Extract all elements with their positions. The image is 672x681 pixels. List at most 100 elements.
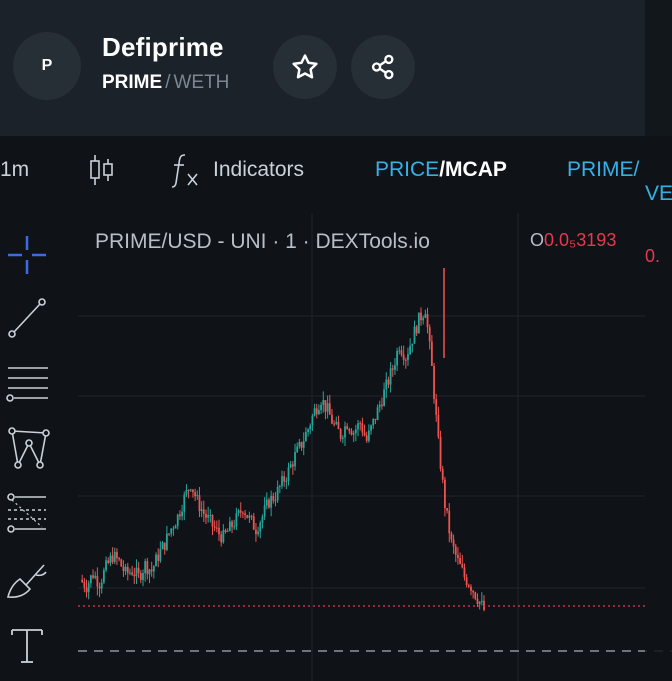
header-side-panel bbox=[645, 0, 672, 136]
candle-body bbox=[252, 516, 255, 530]
candle-body bbox=[213, 526, 216, 528]
candle-body bbox=[124, 566, 127, 572]
pair-toggle-overflow: VET bbox=[645, 182, 672, 205]
candle-body bbox=[242, 512, 244, 514]
candle-body bbox=[137, 567, 140, 574]
drawing-toolbar bbox=[0, 215, 58, 681]
candle-body bbox=[85, 587, 88, 593]
candle-body bbox=[420, 312, 422, 321]
candle-body bbox=[437, 414, 440, 437]
candle-body bbox=[346, 426, 349, 429]
candle-body bbox=[135, 567, 138, 577]
candle-body bbox=[433, 365, 435, 400]
candle-body bbox=[424, 314, 427, 318]
candle-body bbox=[435, 399, 438, 415]
candle-body bbox=[289, 464, 292, 468]
candle-body bbox=[100, 582, 103, 589]
horizontal-lines-icon[interactable] bbox=[2, 358, 52, 408]
indicators-button[interactable] bbox=[170, 152, 202, 188]
candle-body bbox=[417, 312, 420, 334]
candle-body bbox=[215, 527, 218, 529]
candle-body bbox=[328, 403, 331, 415]
candle-body bbox=[476, 598, 479, 605]
candle-body bbox=[331, 414, 333, 424]
candle-body bbox=[263, 505, 266, 517]
chart-type-button[interactable] bbox=[88, 153, 116, 193]
price-mcap-toggle[interactable]: PRICE/MCAP bbox=[375, 158, 507, 182]
candle-body bbox=[237, 510, 240, 514]
candle-body bbox=[246, 515, 249, 518]
candle-body bbox=[139, 573, 142, 580]
fx-icon bbox=[171, 154, 198, 188]
candle-body bbox=[322, 400, 325, 405]
favorite-button[interactable] bbox=[273, 35, 337, 99]
candle-body bbox=[81, 579, 84, 582]
candle-body bbox=[220, 534, 223, 543]
candle-body bbox=[465, 577, 468, 586]
candle-body bbox=[350, 431, 353, 435]
pair-separator: / bbox=[165, 72, 171, 93]
interval-button[interactable]: 1m bbox=[0, 158, 29, 182]
candle-body bbox=[231, 521, 233, 528]
mcap-label[interactable]: MCAP bbox=[445, 158, 507, 181]
candle-body bbox=[448, 510, 451, 534]
candle-body bbox=[113, 551, 116, 562]
trend-line-icon[interactable] bbox=[2, 293, 52, 343]
price-chart[interactable] bbox=[0, 208, 672, 681]
pattern-icon[interactable] bbox=[2, 423, 52, 473]
candle-body bbox=[372, 418, 375, 426]
price-label[interactable]: PRICE bbox=[375, 158, 439, 181]
candle-body bbox=[304, 432, 307, 442]
candle-body bbox=[461, 563, 464, 568]
brush-icon[interactable] bbox=[2, 555, 52, 605]
candle-body bbox=[402, 354, 405, 360]
base-symbol[interactable]: PRIME bbox=[102, 72, 162, 93]
share-button[interactable] bbox=[351, 35, 415, 99]
candle-body bbox=[381, 404, 383, 406]
candle-body bbox=[361, 423, 364, 433]
candle-body bbox=[478, 601, 481, 605]
indicators-label[interactable]: Indicators bbox=[213, 158, 304, 182]
candle-body bbox=[324, 400, 327, 412]
candle-body bbox=[337, 422, 340, 430]
candle-body bbox=[294, 452, 296, 467]
right-price-scale[interactable] bbox=[645, 208, 672, 681]
candle-body bbox=[313, 408, 316, 416]
candle-body bbox=[376, 407, 379, 420]
candle-body bbox=[181, 511, 183, 517]
candle-series bbox=[81, 268, 485, 612]
candle-body bbox=[163, 542, 166, 550]
crosshair-icon[interactable] bbox=[2, 230, 52, 280]
candle-body bbox=[205, 513, 207, 518]
text-icon[interactable] bbox=[2, 620, 52, 670]
candle-body bbox=[446, 508, 448, 511]
candle-body bbox=[374, 418, 377, 420]
candle-body bbox=[398, 350, 401, 352]
fib-icon[interactable] bbox=[2, 487, 52, 537]
candle-body bbox=[320, 404, 322, 411]
candle-body bbox=[315, 408, 318, 415]
candle-body bbox=[259, 522, 262, 532]
chart-canvas[interactable] bbox=[0, 208, 672, 681]
candle-body bbox=[142, 573, 144, 580]
candle-body bbox=[211, 515, 214, 527]
candle-body bbox=[357, 423, 359, 430]
candle-body bbox=[389, 368, 392, 385]
candle-body bbox=[170, 528, 173, 534]
pair-toggle[interactable]: PRIME/ bbox=[567, 158, 639, 182]
right-scale-overflow: 0. bbox=[645, 246, 661, 266]
candle-body bbox=[441, 468, 444, 480]
quote-symbol[interactable]: WETH bbox=[173, 72, 229, 93]
candle-body bbox=[311, 415, 314, 426]
candle-body bbox=[359, 423, 362, 425]
candle-body bbox=[302, 441, 305, 448]
candle-body bbox=[244, 513, 246, 516]
candle-body bbox=[459, 557, 462, 564]
candle-body bbox=[98, 586, 101, 589]
candle-body bbox=[367, 430, 370, 441]
candle-body bbox=[409, 345, 412, 355]
candle-body bbox=[200, 509, 203, 512]
candle-body bbox=[133, 574, 136, 577]
candle-body bbox=[183, 494, 186, 512]
candle-body bbox=[222, 530, 225, 543]
